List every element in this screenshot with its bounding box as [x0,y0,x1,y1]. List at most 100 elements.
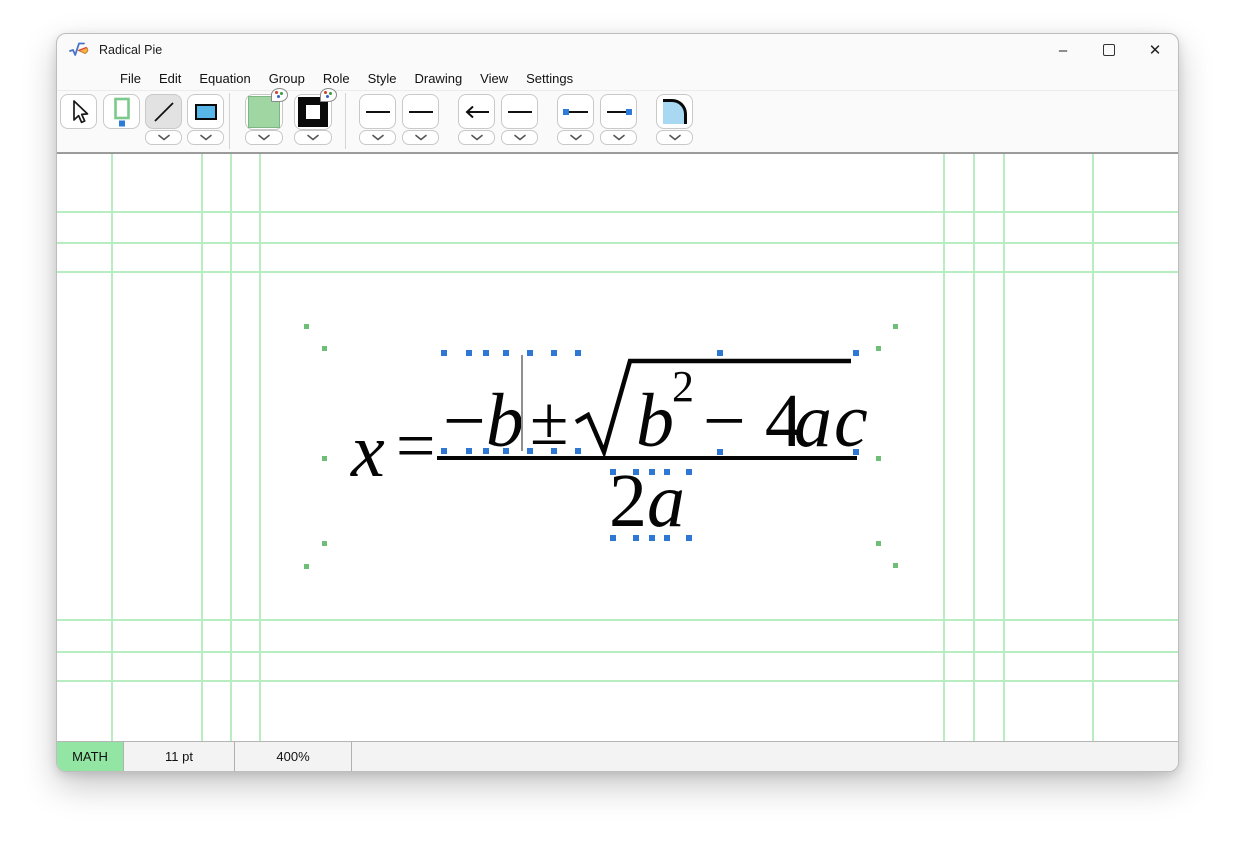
arrow-end-dropdown[interactable] [501,130,538,145]
radicand-ac: ac [794,383,870,459]
selection-handle-green[interactable] [322,456,327,461]
line-style-button[interactable] [359,94,396,129]
line-weight-button[interactable] [402,94,439,129]
endpoint-end-dropdown[interactable] [600,130,637,145]
selection-dot-blue [527,350,533,356]
grid-line-horizontal [57,651,1178,653]
status-mode-math[interactable]: MATH [57,742,124,771]
menu-group[interactable]: Group [260,69,314,88]
chevron-down-icon [513,134,527,141]
radical-pie-logo-icon [69,41,91,59]
arrow-start-dropdown[interactable] [458,130,495,145]
selection-dot-blue [466,350,472,356]
selection-dot-blue [503,448,509,454]
radicand-b: b [636,383,674,459]
plus-minus-sign: ± [530,387,568,457]
grid-line-vertical [230,154,232,744]
arrow-start-button[interactable] [458,94,495,129]
selection-handle-green[interactable] [893,324,898,329]
border-color-button[interactable] [294,94,332,130]
line-style-icon [364,109,392,115]
denominator-2a: 2a [609,463,685,539]
selection-dot-blue [686,469,692,475]
selection-handle-green[interactable] [304,564,309,569]
grid-line-horizontal [57,242,1178,244]
selection-dot-blue [483,448,489,454]
chevron-down-icon [157,134,171,141]
palette-icon [320,88,337,102]
status-bar: MATH 11 pt 400% [57,741,1178,771]
endpoint-start-dropdown[interactable] [557,130,594,145]
line-weight-icon [407,109,435,115]
fill-color-dropdown[interactable] [245,130,283,145]
maximize-button[interactable] [1086,34,1132,66]
menu-drawing[interactable]: Drawing [405,69,471,88]
selection-handle-green[interactable] [876,346,881,351]
line-weight-dropdown[interactable] [402,130,439,145]
endpoint-start-icon [562,107,590,117]
menu-bar: File Edit Equation Group Role Style Draw… [57,66,1178,90]
selection-handle-green[interactable] [322,541,327,546]
border-color-dropdown[interactable] [294,130,332,145]
selection-dot-blue [853,350,859,356]
selection-dot-blue [483,350,489,356]
line-style-dropdown[interactable] [359,130,396,145]
selection-dot-blue [551,350,557,356]
grid-line-vertical [111,154,113,744]
corner-style-button[interactable] [656,94,693,129]
selection-handle-green[interactable] [304,324,309,329]
selection-dot-blue [633,469,639,475]
menu-file[interactable]: File [111,69,150,88]
text-box-tool-button[interactable] [103,94,140,129]
selection-dot-blue [503,350,509,356]
selection-dot-blue [527,448,533,454]
maximize-icon [1103,44,1115,56]
title-bar[interactable]: Radical Pie – ✕ [57,34,1178,66]
selection-dot-blue [441,448,447,454]
corner-style-dropdown[interactable] [656,130,693,145]
status-zoom-level[interactable]: 400% [235,742,352,771]
selection-dot-blue [717,449,723,455]
grid-line-horizontal [57,211,1178,213]
selection-dot-blue [686,535,692,541]
menu-role[interactable]: Role [314,69,359,88]
arrow-end-button[interactable] [501,94,538,129]
text-cursor [521,355,523,451]
close-button[interactable]: ✕ [1132,34,1178,66]
menu-edit[interactable]: Edit [150,69,190,88]
toolbar-separator [345,93,346,149]
endpoint-end-button[interactable] [600,94,637,129]
fill-color-button[interactable] [245,94,283,130]
menu-style[interactable]: Style [359,69,406,88]
grid-line-vertical [943,154,945,744]
equation-canvas[interactable]: x = −b ± b 2 − 4 ac 2a [57,153,1178,744]
plain-line-icon [506,109,534,115]
chevron-down-icon [470,134,484,141]
grid-line-vertical [259,154,261,744]
endpoint-start-button[interactable] [557,94,594,129]
toolbar [57,90,1178,153]
rectangle-tool-button[interactable] [187,94,224,129]
selection-handle-green[interactable] [893,563,898,568]
status-spacer [352,742,1178,771]
chevron-down-icon [257,134,271,141]
rectangle-tool-dropdown[interactable] [187,130,224,145]
rectangle-icon [195,104,217,120]
line-tool-dropdown[interactable] [145,130,182,145]
menu-settings[interactable]: Settings [517,69,582,88]
selection-handle-green[interactable] [876,541,881,546]
app-window: Radical Pie – ✕ File Edit Equation Group… [56,33,1179,772]
menu-view[interactable]: View [471,69,517,88]
menu-equation[interactable]: Equation [190,69,259,88]
line-tool-button[interactable] [145,94,182,129]
minimize-button[interactable]: – [1040,34,1086,66]
selection-dot-blue [853,449,859,455]
cursor-tool-button[interactable] [60,94,97,129]
grid-line-vertical [1092,154,1094,744]
selection-handle-green[interactable] [322,346,327,351]
radicand-minus-4: − 4 [703,383,803,459]
selection-dot-blue [664,535,670,541]
toolbar-separator [229,93,230,149]
status-font-size[interactable]: 11 pt [124,742,235,771]
selection-handle-green[interactable] [876,456,881,461]
